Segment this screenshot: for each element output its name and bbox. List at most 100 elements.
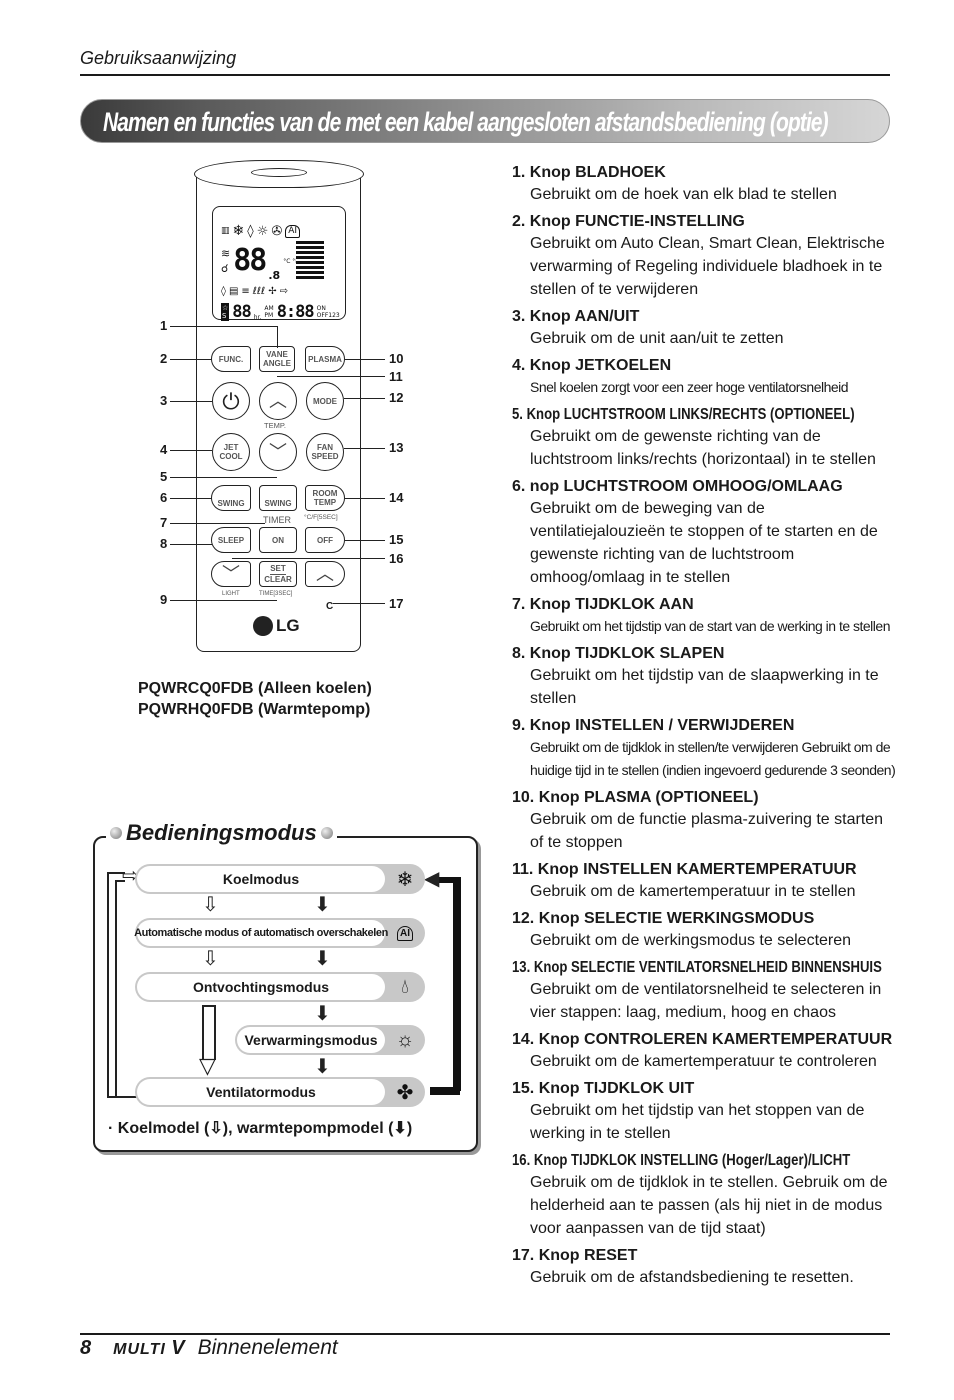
- description-item-text: Gebruikt om de ventilatorsnelheid te sel…: [530, 981, 882, 1021]
- mode-item-dry: Ontvochtingsmodus 💧︎: [135, 972, 425, 1002]
- callout-8: 8: [160, 536, 168, 551]
- chevron-down-icon: ﹀: [269, 441, 287, 462]
- mode-item-fan: Ventilatormodus ✤: [135, 1077, 425, 1107]
- cooling-return-line: [107, 872, 115, 1098]
- fan-speed-bars: [296, 241, 325, 281]
- ai-icon: AI: [285, 224, 301, 238]
- time-up-button[interactable]: ︿: [305, 561, 345, 587]
- callout-3: 3: [160, 393, 168, 408]
- callout-9: 9: [160, 592, 168, 607]
- description-item: 9. Knop INSTELLEN / VERWIJDEREN Gebruikt …: [512, 715, 897, 782]
- description-item-text: Gebruikt om het tijdstip van de start va…: [530, 618, 890, 634]
- lcd-function-icons: ◊ ▤ ≡ ℓℓℓ ✢ ⇨: [221, 285, 288, 297]
- snowflake-icon: ❄: [396, 868, 414, 891]
- description-item: 4. Knop JETKOELEN Snel koelen zorgt voor …: [512, 355, 897, 399]
- lcd-on: ON: [316, 305, 326, 312]
- set-clear-button[interactable]: SET CLEAR: [259, 561, 297, 587]
- swing-horizontal-button[interactable]: SWING: [211, 485, 251, 511]
- vane-angle-button[interactable]: VANE ANGLE: [259, 346, 295, 372]
- sleep-button[interactable]: SLEEP: [211, 527, 251, 553]
- arrow-down-outline-icon: ▽: [199, 1053, 216, 1078]
- lg-logo-icon: [253, 616, 273, 636]
- description-item-text: Gebruikt om de gewenste richting van de …: [530, 428, 876, 468]
- callout-12: 12: [389, 390, 404, 405]
- description-item: 1. Knop BLADHOEK Gebruikt om de hoek van …: [512, 162, 897, 206]
- swing-vertical-button[interactable]: SWING: [259, 485, 297, 511]
- mode-label: Ontvochtingsmodus: [137, 974, 385, 1000]
- temp-up-button[interactable]: ︿: [259, 382, 297, 420]
- description-item-title: 10. Knop PLASMA (OPTIONEEL): [512, 789, 759, 806]
- bullet-ball-icon: [110, 827, 122, 839]
- description-item-text: Gebruikt om de beweging van de ventilati…: [530, 500, 878, 586]
- power-button[interactable]: ⏻: [212, 382, 250, 420]
- arrow-down-solid-icon: ⬇: [314, 1003, 331, 1025]
- arrow-down-solid-icon: ⬇: [314, 894, 331, 916]
- description-item-title: 15. Knop TIJDKLOK UIT: [512, 1080, 695, 1097]
- arrow-down-outline-icon: ⇩: [202, 894, 219, 916]
- chevron-down-icon: ﹀: [222, 563, 240, 584]
- model-heat-pump: PQWRHQ0FDB (Warmtepomp): [138, 701, 371, 718]
- callout-11: 11: [389, 369, 403, 384]
- light-label: LIGHT: [222, 591, 240, 597]
- remote-illustration: ▥ ❄ ◊ ☼ ✇ AI ≋ ☌ 88 .8 °C °F ◊ ▤ ≡ ℓℓℓ ✢ ⇨: [150, 160, 420, 670]
- lcd-timer-row: ☆ S 88 hr. AM PM 8:88 ON OFF123: [221, 301, 340, 322]
- callout-13: 13: [389, 440, 404, 455]
- temp-down-button[interactable]: ﹀: [259, 433, 297, 471]
- timer-on-button[interactable]: ON: [259, 527, 297, 553]
- description-item: 13. Knop SELECTIE VENTILATORSNELHEID BIN…: [512, 957, 897, 1024]
- lcd-off: OFF123: [316, 312, 340, 319]
- lcd-units: °C °F: [283, 257, 299, 265]
- timer-off-button[interactable]: OFF: [305, 527, 345, 553]
- sun-icon: ☼: [395, 1028, 415, 1051]
- description-item-text: Gebruikt om de tijdklok in stellen/te ve…: [530, 739, 896, 778]
- mode-legend: · Koelmodel (⇩), warmtepompmodel (⬇): [108, 1120, 413, 1137]
- header-rule: [80, 74, 890, 76]
- lg-logo: LG: [253, 616, 300, 636]
- mode-label: Ventilatormodus: [137, 1079, 385, 1105]
- fan-icon: ✤: [396, 1081, 414, 1104]
- lcd-pm: PM: [264, 312, 274, 319]
- set-label: SET: [270, 564, 286, 575]
- brand-text: MULTI: [113, 1341, 166, 1358]
- description-item-text: Gebruikt om het tijdstip van het stoppen…: [530, 1102, 865, 1142]
- return-arrow-solid-icon: ◀: [424, 868, 440, 890]
- lg-brand-text: LG: [276, 616, 300, 635]
- time-down-button[interactable]: ﹀: [211, 561, 251, 587]
- clear-label: CLEAR: [264, 575, 292, 584]
- description-item: 8. Knop TIJDKLOK SLAPEN Gebruikt om het t…: [512, 643, 897, 710]
- mode-label: Automatische modus of automatisch oversc…: [134, 920, 388, 946]
- description-item-text: Gebruikt om de hoek van elk blad te stel…: [530, 186, 837, 203]
- jet-cool-button[interactable]: JET COOL: [212, 433, 250, 471]
- callout-7: 7: [160, 515, 168, 530]
- description-item-text: Gebruikt om Auto Clean, Smart Clean, Ele…: [530, 235, 885, 298]
- plasma-button[interactable]: PLASMA: [305, 346, 345, 372]
- page-title: Namen en functies van de met een kabel a…: [103, 107, 829, 137]
- section-name: Binnenelement: [197, 1336, 338, 1359]
- callout-17: 17: [389, 596, 404, 611]
- description-item: 14. Knop CONTROLEREN KAMERTEMPERATUUR Geb…: [512, 1029, 897, 1073]
- lcd-am: AM: [264, 305, 274, 312]
- signal-icon: ▥: [221, 225, 230, 236]
- description-item-title: 17. Knop RESET: [512, 1247, 638, 1264]
- description-item-title: 16. Knop TIJDKLOK INSTELLING (Hoger/Lage…: [512, 1152, 851, 1169]
- description-item-title: 8. Knop TIJDKLOK SLAPEN: [512, 645, 725, 662]
- callout-16: 16: [389, 551, 404, 566]
- description-item-title: 5. Knop LUCHTSTROOM LINKS/RECHTS (OPTION…: [512, 406, 855, 423]
- description-item-text: Gebruik om de afstandsbediening te reset…: [530, 1269, 854, 1286]
- description-item-title: 1. Knop BLADHOEK: [512, 164, 666, 181]
- description-item-title: 2. Knop FUNCTIE-INSTELLING: [512, 213, 745, 230]
- operation-mode-heading: Bedieningsmodus: [126, 820, 317, 845]
- lcd-temp-digits: 88: [233, 243, 267, 278]
- fan-icon: ✇: [271, 223, 283, 239]
- mode-button[interactable]: MODE: [306, 382, 344, 420]
- room-temp-button[interactable]: ROOM TEMP: [305, 485, 345, 511]
- description-item-text: Snel koelen zorgt voor een zeer hoge ven…: [530, 379, 849, 395]
- button-descriptions: 1. Knop BLADHOEK Gebruikt om de hoek van …: [512, 162, 897, 1294]
- header-label: Gebruiksaanwijzing: [80, 48, 237, 68]
- fan-speed-button[interactable]: FAN SPEED: [306, 433, 344, 471]
- func-button[interactable]: FUNC.: [211, 346, 251, 372]
- description-item: 3. Knop AAN/UIT Gebruik om de unit aan/ui…: [512, 306, 897, 350]
- description-item-text: Gebruik om de functie plasma-zuivering t…: [530, 811, 884, 851]
- page-number: 8: [80, 1337, 92, 1359]
- operation-mode-title: Bedieningsmodus: [106, 820, 337, 846]
